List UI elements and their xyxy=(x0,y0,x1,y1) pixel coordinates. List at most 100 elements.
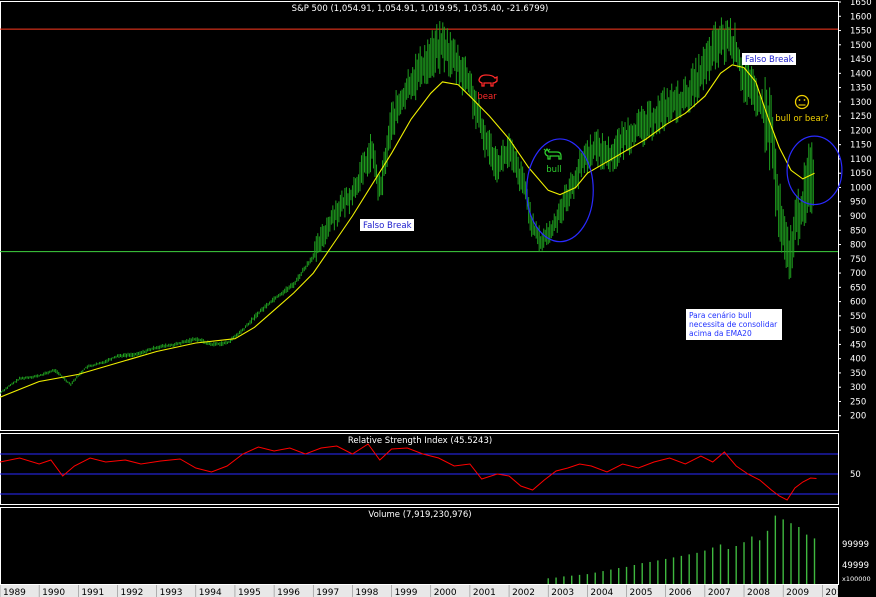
highlight-circle-1 xyxy=(526,138,594,243)
price-tick-label: 600 xyxy=(850,298,866,308)
price-tick-label: 550 xyxy=(850,312,866,322)
volume-bar xyxy=(798,527,800,584)
volume-bar xyxy=(657,560,659,584)
price-tick-label: 1100 xyxy=(850,155,872,165)
volume-tick-99999: 99999 xyxy=(842,540,869,550)
price-tick-label: 1150 xyxy=(850,141,872,151)
volume-bar xyxy=(578,574,581,584)
bear-icon xyxy=(478,74,498,87)
note-line-1: Para cenário bull xyxy=(689,311,752,320)
volume-bar xyxy=(743,542,745,584)
volume-bar xyxy=(555,577,557,584)
rsi-tick-label: 50 xyxy=(850,470,861,480)
year-label: 2001 xyxy=(473,588,496,597)
price-tick-label: 650 xyxy=(850,283,866,293)
smiley-icon xyxy=(794,94,810,110)
volume-bar xyxy=(547,578,549,584)
year-label: 2002 xyxy=(512,588,535,597)
price-tick-label: 1450 xyxy=(850,55,872,65)
year-label: 1998 xyxy=(355,588,378,597)
volume-bar xyxy=(805,534,808,584)
stock-chart: 2002503003504004505005506006507007508008… xyxy=(0,0,872,597)
volume-bar xyxy=(586,574,589,584)
year-label: 1997 xyxy=(316,588,339,597)
rsi-group: 50 xyxy=(0,443,861,501)
volume-unit-label: x100000 xyxy=(842,575,871,583)
volume-bar xyxy=(782,519,784,584)
volume-bar xyxy=(649,561,651,584)
price-tick-label: 950 xyxy=(850,198,866,208)
price-tick-label: 1650 xyxy=(850,0,872,8)
volume-bar xyxy=(633,565,636,584)
volume-bar xyxy=(813,538,816,584)
year-label: 2009 xyxy=(786,588,809,597)
price-tick-label: 250 xyxy=(850,397,866,407)
volume-bar xyxy=(571,575,573,584)
year-label: 2007 xyxy=(708,588,731,597)
note-line-3: acima da EMA20 xyxy=(689,329,752,338)
price-tick-label: 350 xyxy=(850,369,866,379)
year-label: 2010 xyxy=(825,588,848,597)
price-tick-label: 1300 xyxy=(850,98,872,108)
price-panel-frame xyxy=(0,1,839,431)
volume-bar xyxy=(766,530,769,584)
falso-break-label-2: Falso Break xyxy=(742,53,796,65)
year-label: 1993 xyxy=(160,588,183,597)
price-tick-label: 300 xyxy=(850,383,866,393)
falso-break-text-2: Falso Break xyxy=(745,55,794,65)
rsi-chart-title: Relative Strength Index (45.5243) xyxy=(348,436,492,446)
volume-bar xyxy=(602,571,604,584)
price-tick-label: 900 xyxy=(850,212,866,222)
volume-bar xyxy=(735,546,737,584)
volume-bar xyxy=(727,549,730,584)
volume-bar xyxy=(680,555,683,584)
volume-bar xyxy=(665,558,667,584)
price-tick-label: 1050 xyxy=(850,169,872,179)
volume-bar xyxy=(774,515,777,584)
falso-break-label-1: Falso Break xyxy=(360,219,414,231)
bull-icon xyxy=(543,147,562,160)
price-tick-label: 1350 xyxy=(850,84,872,94)
price-tick-label: 1500 xyxy=(850,41,872,51)
year-label: 1991 xyxy=(81,588,104,597)
volume-bar xyxy=(594,572,596,584)
volume-bar xyxy=(696,552,698,584)
price-axis-ticks: 200 250 300 350 400 450 500 550 600 650 700 750 800 8… xyxy=(838,0,872,422)
year-label: 1992 xyxy=(120,588,143,597)
bull-or-bear-label: bull or bear? xyxy=(775,114,828,124)
year-label: 2000 xyxy=(434,588,457,597)
price-tick-label: 1600 xyxy=(850,12,872,22)
price-tick-label: 1200 xyxy=(850,126,872,136)
volume-bar xyxy=(758,540,761,584)
price-tick-label: 200 xyxy=(850,412,866,422)
price-tick-label: 1000 xyxy=(850,183,872,193)
price-chart-title: S&P 500 (1,054.91, 1,054.91, 1,019.95, 1… xyxy=(292,4,549,14)
price-tick-label: 1250 xyxy=(850,112,872,122)
volume-bar xyxy=(641,563,643,584)
year-label: 2005 xyxy=(630,588,653,597)
volume-bar xyxy=(711,547,714,584)
highlight-circle-2 xyxy=(786,135,843,206)
volume-bar xyxy=(563,576,565,584)
rsi-line xyxy=(0,443,817,501)
year-label: 1990 xyxy=(42,588,65,597)
year-label: 1999 xyxy=(395,588,418,597)
price-tick-label: 750 xyxy=(850,255,866,265)
price-tick-label: 1550 xyxy=(850,27,872,37)
price-tick-label: 1400 xyxy=(850,69,872,79)
volume-bar xyxy=(704,550,706,584)
note-line-2: necessita de consolidar xyxy=(689,320,778,329)
volume-bar xyxy=(610,569,612,584)
price-tick-label: 850 xyxy=(850,226,866,236)
year-label: 1989 xyxy=(3,588,26,597)
volume-bar xyxy=(790,523,792,584)
year-label: 1996 xyxy=(277,588,300,597)
price-tick-label: 400 xyxy=(850,355,866,365)
year-label: 1994 xyxy=(199,588,222,597)
ema-line-group xyxy=(0,64,815,398)
volume-bar xyxy=(625,566,628,584)
volume-bars xyxy=(547,515,816,584)
year-label: 2003 xyxy=(551,588,574,597)
chart-stage: 200 250 300 350 400 450 500 550 600 650 700 750 800 8… xyxy=(0,0,876,597)
bear-label: bear xyxy=(477,92,497,102)
